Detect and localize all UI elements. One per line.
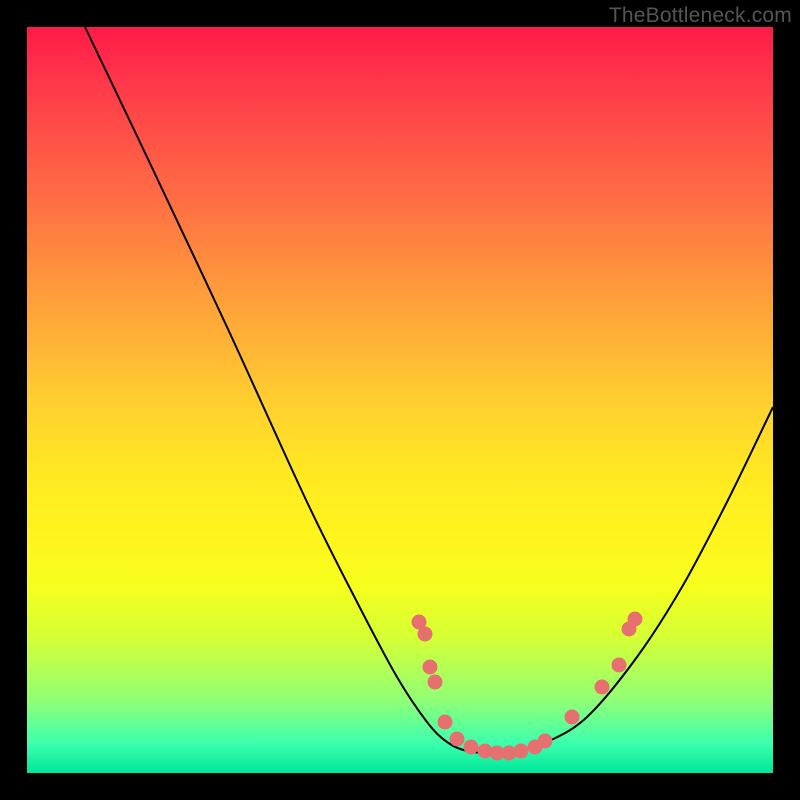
bottleneck-chart bbox=[27, 27, 773, 773]
sweet-spot-dot bbox=[428, 675, 442, 689]
sweet-spot-dot bbox=[464, 740, 478, 754]
watermark-label: TheBottleneck.com bbox=[609, 4, 792, 28]
sweet-spot-dot bbox=[595, 680, 609, 694]
sweet-spot-dot bbox=[423, 660, 437, 674]
sweet-spot-dot bbox=[628, 612, 642, 626]
sweet-spot-dot bbox=[514, 744, 528, 758]
sweet-spot-dots bbox=[412, 612, 642, 760]
sweet-spot-dot bbox=[538, 734, 552, 748]
sweet-spot-dot bbox=[438, 715, 452, 729]
sweet-spot-dot bbox=[418, 627, 432, 641]
sweet-spot-dot bbox=[612, 658, 626, 672]
sweet-spot-dot bbox=[450, 732, 464, 746]
sweet-spot-dot bbox=[565, 710, 579, 724]
bottleneck-curve bbox=[85, 27, 773, 753]
